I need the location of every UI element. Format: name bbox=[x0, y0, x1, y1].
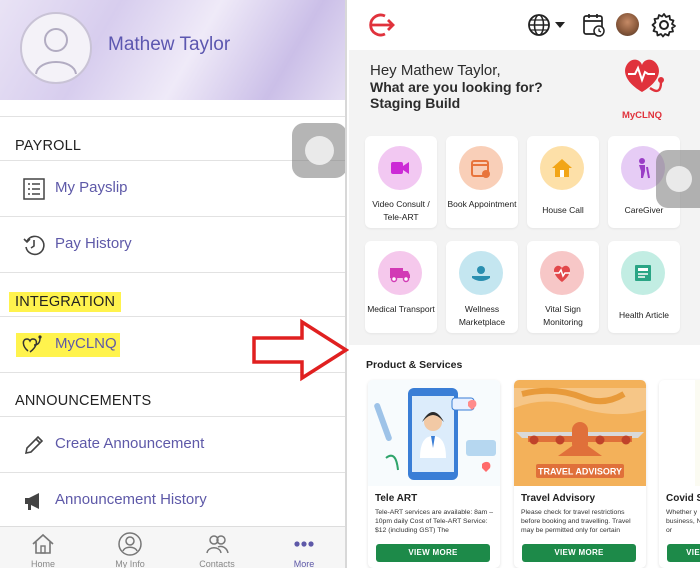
service-label: Health Article bbox=[618, 310, 670, 320]
service-vital-sign-monitoring[interactable]: Vital Sign Monitoring bbox=[527, 241, 599, 333]
card-title: Covid S bbox=[666, 493, 700, 504]
avatar[interactable] bbox=[20, 12, 92, 84]
menu-item-create-announcement[interactable]: Create Announcement bbox=[0, 417, 345, 473]
greeting: Hey Mathew Taylor, What are you looking … bbox=[370, 62, 543, 112]
service-video-consult[interactable]: Video Consult / Tele-ART bbox=[365, 136, 437, 228]
myclnq-heart-icon bbox=[22, 335, 42, 353]
heart-stethoscope-logo-icon bbox=[625, 59, 664, 93]
menu-item-announcement-history[interactable]: Announcement History bbox=[0, 473, 345, 529]
service-icon-bg bbox=[459, 251, 503, 295]
service-house-call[interactable]: House Call bbox=[527, 136, 599, 228]
video-camera-icon bbox=[391, 162, 409, 174]
service-icon-bg bbox=[378, 146, 422, 190]
person-icon bbox=[118, 532, 142, 556]
history-icon bbox=[23, 235, 45, 256]
divider bbox=[0, 272, 345, 273]
language-globe-icon[interactable] bbox=[527, 12, 567, 38]
more-icon bbox=[294, 541, 314, 547]
house-icon bbox=[552, 159, 572, 177]
card-description: Tele-ART services are available: 8am – 1… bbox=[375, 509, 493, 534]
section-announcements: ANNOUNCEMENTS bbox=[15, 393, 152, 409]
build-label: Staging Build bbox=[370, 95, 461, 111]
greeting-line: Hey Mathew Taylor, bbox=[370, 62, 501, 79]
service-icon-bg bbox=[540, 251, 584, 295]
tab-label: Home bbox=[30, 559, 55, 568]
wellness-icon bbox=[472, 266, 490, 281]
logout-icon[interactable] bbox=[365, 12, 395, 38]
card-title: Tele ART bbox=[375, 493, 418, 504]
red-arrow-annotation bbox=[252, 318, 350, 382]
card-description: Whether y business, Notice or bbox=[666, 509, 700, 534]
covid-supplies-illustration bbox=[695, 380, 700, 486]
settings-gear-icon[interactable] bbox=[651, 12, 677, 38]
travel-advisory-banner: TRAVEL ADVISORY bbox=[538, 467, 622, 477]
service-icon-bg bbox=[540, 146, 584, 190]
view-more-button[interactable]: VIEW MORE bbox=[376, 544, 490, 562]
pencil-icon bbox=[24, 435, 44, 455]
top-bar bbox=[349, 0, 700, 50]
right-panel-myclnq-home: Hey Mathew Taylor, What are you looking … bbox=[349, 0, 700, 568]
heart-monitor-icon bbox=[554, 265, 570, 282]
menu-item-label: MyCLNQ bbox=[55, 335, 117, 352]
menu-item-pay-history[interactable]: Pay History bbox=[0, 217, 345, 273]
tab-more[interactable]: More bbox=[261, 531, 345, 568]
card-title: Travel Advisory bbox=[521, 493, 596, 504]
service-book-appointment[interactable]: Book Appointment bbox=[446, 136, 518, 228]
service-icon-bg bbox=[459, 146, 503, 190]
tab-contacts[interactable]: Contacts bbox=[174, 531, 260, 568]
assistive-touch-button[interactable] bbox=[656, 150, 700, 208]
service-icon-bg bbox=[621, 251, 665, 295]
service-icon-bg bbox=[378, 251, 422, 295]
products-services-heading: Product & Services bbox=[366, 359, 463, 371]
doctor-phone-illustration bbox=[368, 380, 500, 486]
bottom-tab-bar: Home My Info Contacts More bbox=[0, 526, 345, 568]
service-label: Book Appointment bbox=[447, 199, 517, 209]
service-label: Wellness Marketplace bbox=[458, 304, 506, 327]
person-avatar-icon bbox=[35, 28, 77, 75]
card-description: Please check for travel restrictions bef… bbox=[521, 509, 631, 534]
myclnq-logo: MyCLNQ bbox=[617, 52, 667, 121]
menu-item-label: Announcement History bbox=[55, 491, 207, 508]
brand-label: MyCLNQ bbox=[621, 110, 663, 121]
list-icon bbox=[23, 178, 45, 200]
profile-name: Mathew Taylor bbox=[108, 34, 231, 55]
profile-header: Mathew Taylor bbox=[0, 0, 345, 100]
service-label: Video Consult / Tele-ART bbox=[372, 199, 430, 222]
airplane-travel-illustration: TRAVEL ADVISORY bbox=[514, 380, 646, 486]
service-medical-transport[interactable]: Medical Transport bbox=[365, 241, 437, 333]
view-more-button[interactable]: VIEW MORE bbox=[522, 544, 636, 562]
product-card-travel-advisory[interactable]: TRAVEL ADVISORY Travel Advisory Please c… bbox=[514, 380, 646, 568]
tab-home[interactable]: Home bbox=[0, 531, 86, 568]
assistive-touch-button[interactable] bbox=[292, 123, 345, 178]
tab-label: Contacts bbox=[199, 559, 235, 568]
menu-item-label: My Payslip bbox=[55, 179, 128, 196]
contacts-icon bbox=[206, 535, 229, 554]
product-card-tele-art[interactable]: Tele ART Tele-ART services are available… bbox=[368, 380, 500, 568]
ambulance-icon bbox=[390, 268, 410, 283]
service-label: Vital Sign Monitoring bbox=[543, 304, 583, 327]
service-health-article[interactable]: Health Article bbox=[608, 241, 680, 333]
divider bbox=[0, 116, 345, 117]
section-payroll: PAYROLL bbox=[15, 138, 82, 154]
greeting-question: What are you looking for? bbox=[370, 79, 543, 95]
tab-label: My Info bbox=[115, 559, 145, 568]
tab-label: More bbox=[293, 559, 315, 568]
calendar-icon bbox=[471, 160, 490, 178]
service-wellness-marketplace[interactable]: Wellness Marketplace bbox=[446, 241, 518, 333]
left-panel-more-menu: Mathew Taylor PAYROLL My Payslip Pay His… bbox=[0, 0, 347, 568]
article-icon bbox=[635, 265, 651, 281]
calendar-schedule-icon[interactable] bbox=[582, 12, 606, 38]
tab-my-info[interactable]: My Info bbox=[87, 531, 173, 568]
product-card-covid[interactable]: Covid S Whether y business, Notice or VI… bbox=[659, 380, 700, 568]
menu-item-label: Create Announcement bbox=[55, 435, 205, 452]
service-label: House Call bbox=[542, 205, 584, 215]
service-label: Medical Transport bbox=[367, 304, 435, 314]
user-avatar[interactable] bbox=[616, 13, 639, 36]
home-icon bbox=[32, 533, 54, 554]
menu-item-label: Pay History bbox=[55, 235, 132, 252]
view-more-button[interactable]: VIEW bbox=[667, 544, 700, 562]
caregiver-icon bbox=[639, 158, 650, 179]
section-integration: INTEGRATION bbox=[9, 292, 122, 312]
megaphone-icon bbox=[25, 493, 39, 510]
